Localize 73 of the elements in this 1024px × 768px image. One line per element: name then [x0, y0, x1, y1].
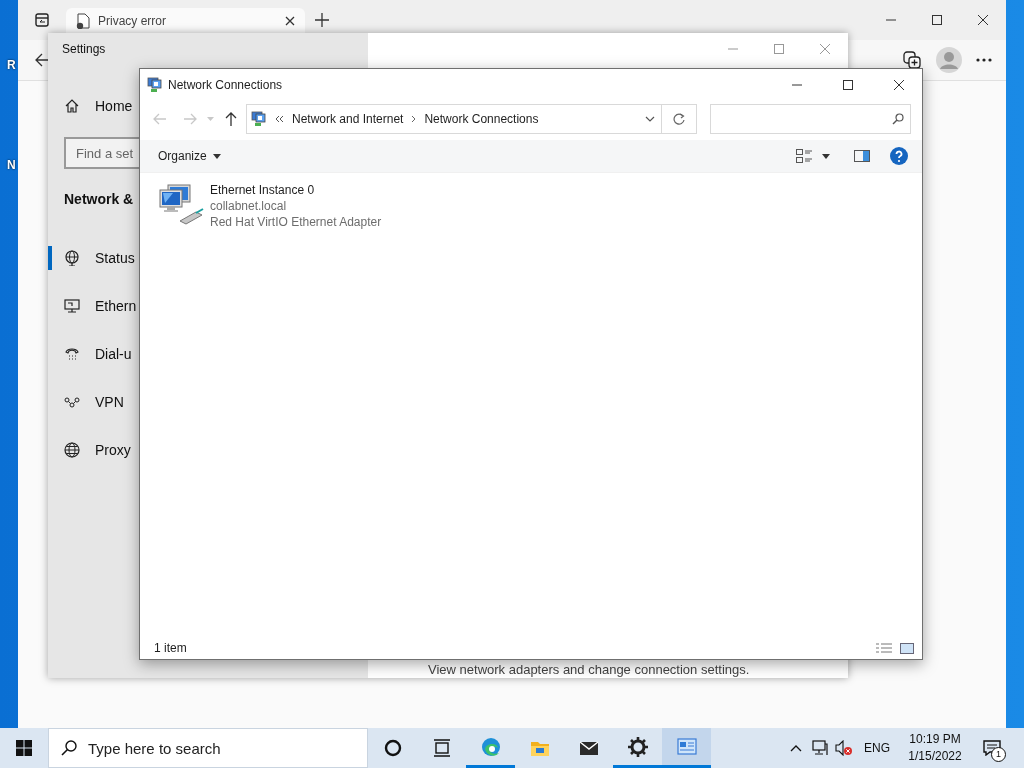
- home-icon: [64, 98, 80, 114]
- collections-icon[interactable]: [902, 50, 922, 70]
- close-icon[interactable]: [978, 15, 988, 25]
- notification-badge: 1: [991, 747, 1006, 762]
- search-icon: [61, 740, 77, 756]
- message-icon: [983, 740, 1001, 756]
- window-title: Network Connections: [168, 77, 283, 92]
- search-field[interactable]: Type here to search: [48, 728, 368, 768]
- desktop-icon-label[interactable]: R: [7, 58, 16, 72]
- page-error-icon: [76, 12, 90, 29]
- back-icon: [153, 113, 167, 125]
- item-device: Red Hat VirtIO Ethernet Adapter: [210, 215, 382, 230]
- network-window-icon: [676, 736, 697, 757]
- profile-icon[interactable]: [936, 47, 962, 73]
- chevrons-icon: [275, 115, 284, 123]
- maximize-icon[interactable]: [932, 15, 942, 25]
- breadcrumb-link[interactable]: Network Connections: [424, 112, 539, 126]
- close-icon[interactable]: [894, 79, 904, 90]
- refresh-icon: [673, 113, 685, 125]
- language-button[interactable]: ENG: [856, 728, 898, 768]
- globe-icon: [64, 442, 80, 458]
- nav-item[interactable]: Status: [48, 234, 139, 282]
- globe-stand-icon: [64, 250, 80, 266]
- preview-pane-icon[interactable]: [854, 150, 870, 162]
- close-icon[interactable]: [285, 15, 295, 26]
- organize-menu[interactable]: Organize: [158, 144, 221, 168]
- network-monitor-icon: [812, 740, 828, 756]
- tab-actions-icon[interactable]: [35, 13, 49, 27]
- chevron-down-icon: [645, 116, 655, 122]
- item-name: Ethernet Instance 0: [210, 183, 316, 198]
- chevron-right-icon: [411, 115, 417, 123]
- breadcrumb-link[interactable]: Network and Internet: [292, 112, 404, 126]
- search-field[interactable]: Find a set: [64, 137, 139, 169]
- network-folder-icon: [251, 111, 267, 127]
- chevron-up-icon: [790, 744, 802, 752]
- cortana-icon: [382, 738, 403, 758]
- network-item[interactable]: Ethernet Instance 0 collabnet.local Red Hat VirtIO Ethernet Adapter: [158, 181, 922, 230]
- item-network: collabnet.local: [210, 199, 288, 214]
- speaker-muted-icon: [835, 740, 853, 756]
- monitor-icon: [64, 298, 80, 314]
- task-view-icon: [431, 738, 452, 758]
- section-heading: Network &: [64, 190, 134, 209]
- plus-icon: [315, 13, 329, 27]
- more-icon[interactable]: [976, 58, 992, 62]
- nav-item[interactable]: Proxy: [48, 426, 139, 474]
- network-folder-icon: [147, 76, 163, 93]
- browser-tab[interactable]: Privacy error: [66, 8, 305, 33]
- search-icon: [892, 113, 904, 125]
- up-arrow-icon: [225, 112, 237, 126]
- gear-icon: [627, 736, 648, 757]
- edge-browser-icon: [480, 736, 501, 757]
- nav-item[interactable]: Home: [48, 90, 139, 122]
- refresh-button[interactable]: [662, 104, 697, 134]
- maximize-icon[interactable]: [843, 79, 853, 90]
- nav-item[interactable]: VPN: [48, 378, 139, 426]
- address-bar[interactable]: Network and Internet Network Connections: [246, 104, 662, 134]
- windows-logo-icon: [16, 740, 32, 756]
- window-title: Settings: [61, 41, 107, 58]
- envelope-icon: [578, 738, 599, 758]
- description-text: View network adapters and change connection settings.: [428, 663, 751, 677]
- large-icons-view-icon[interactable]: [900, 642, 914, 654]
- nav-item[interactable]: Ethern: [48, 282, 139, 330]
- view-options-icon[interactable]: [796, 149, 812, 163]
- forward-icon: [183, 113, 197, 125]
- notifications-button[interactable]: 1: [972, 728, 1012, 768]
- vpn-icon: [64, 394, 80, 410]
- help-icon[interactable]: [890, 147, 908, 165]
- clock-button[interactable]: 10:19 PM 1/15/2022: [898, 728, 972, 768]
- back-icon[interactable]: [35, 53, 49, 67]
- status-text: 1 item: [154, 641, 187, 655]
- nav-item[interactable]: Dial-u: [48, 330, 139, 378]
- desktop-icon-label[interactable]: N: [7, 158, 16, 172]
- phone-icon: [64, 346, 80, 362]
